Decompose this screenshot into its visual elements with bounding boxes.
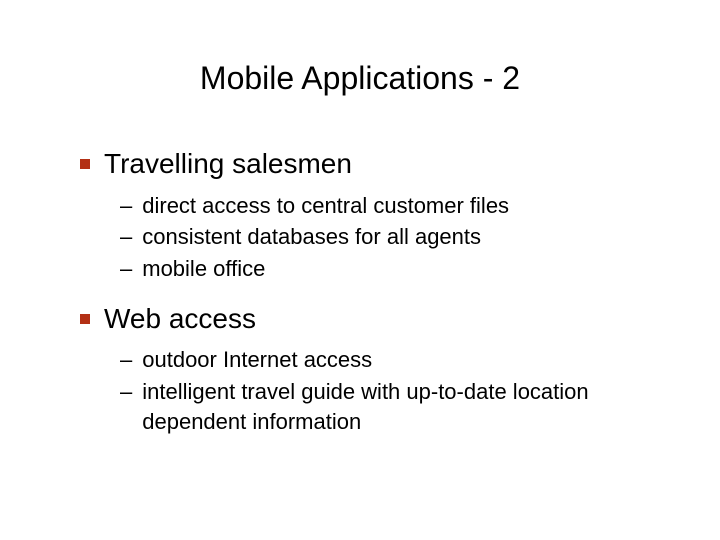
bullet-square-icon — [80, 314, 90, 324]
dash-icon: – — [120, 345, 132, 375]
dash-icon: – — [120, 222, 132, 252]
subitem-list: – outdoor Internet access – intelligent … — [120, 345, 660, 436]
list-item: – consistent databases for all agents — [120, 222, 660, 252]
subitem-list: – direct access to central customer file… — [120, 191, 660, 284]
section-header: Web access — [80, 302, 660, 336]
bullet-square-icon — [80, 159, 90, 169]
list-item: – mobile office — [120, 254, 660, 284]
dash-icon: – — [120, 377, 132, 407]
list-item: – intelligent travel guide with up-to-da… — [120, 377, 660, 436]
list-item-text: intelligent travel guide with up-to-date… — [142, 377, 660, 436]
section-travelling-salesmen: Travelling salesmen – direct access to c… — [80, 147, 660, 284]
list-item-text: direct access to central customer files — [142, 191, 660, 221]
list-item: – direct access to central customer file… — [120, 191, 660, 221]
slide: Mobile Applications - 2 Travelling sales… — [0, 0, 720, 540]
list-item: – outdoor Internet access — [120, 345, 660, 375]
list-item-text: mobile office — [142, 254, 660, 284]
slide-title: Mobile Applications - 2 — [60, 60, 660, 97]
section-heading: Web access — [104, 302, 256, 336]
section-web-access: Web access – outdoor Internet access – i… — [80, 302, 660, 437]
list-item-text: consistent databases for all agents — [142, 222, 660, 252]
section-heading: Travelling salesmen — [104, 147, 352, 181]
dash-icon: – — [120, 254, 132, 284]
dash-icon: – — [120, 191, 132, 221]
section-header: Travelling salesmen — [80, 147, 660, 181]
list-item-text: outdoor Internet access — [142, 345, 660, 375]
